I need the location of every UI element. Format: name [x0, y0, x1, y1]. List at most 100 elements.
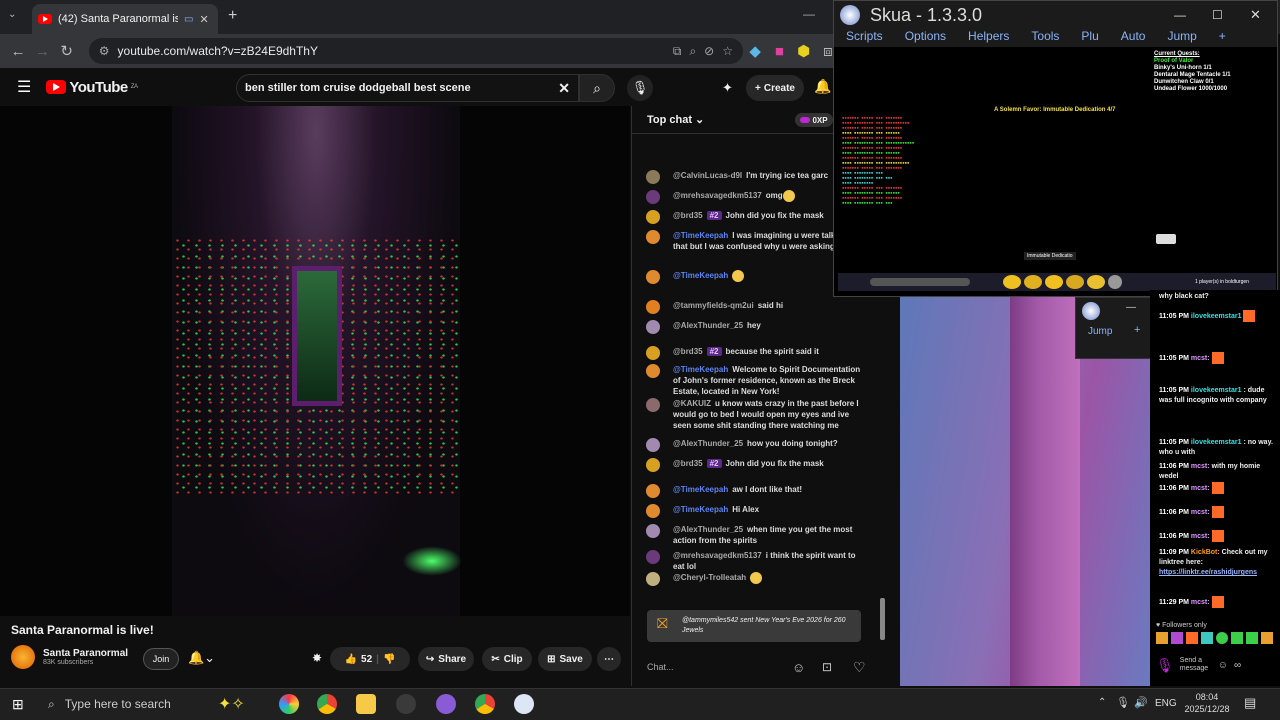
clip-button[interactable]: ✂ Clip [482, 647, 532, 671]
chat-author[interactable]: @CalvinLucas-d9l [673, 171, 742, 180]
skill-icon[interactable] [1066, 275, 1084, 289]
chat-avatar[interactable] [646, 210, 660, 224]
chat-author[interactable]: @tammyfields-qm2ui [673, 301, 754, 310]
zoom-icon[interactable]: ⌕ [689, 44, 696, 59]
skua-menu-item[interactable]: Options [905, 29, 946, 47]
message-link[interactable]: https://linktr.ee/rashidjurgens [1159, 569, 1257, 576]
reload-icon[interactable]: ↻ [55, 42, 79, 60]
skua-menu-item[interactable]: Jump [1167, 29, 1196, 47]
app-icon[interactable] [436, 694, 456, 714]
minimize-icon[interactable]: — [1174, 8, 1186, 22]
share-button[interactable]: ↪ Share [418, 647, 474, 671]
chat-avatar[interactable] [646, 504, 660, 518]
file-explorer-icon[interactable] [356, 694, 376, 714]
emoji-icon[interactable]: ☺ [1218, 660, 1228, 671]
install-icon[interactable]: ⧉ [673, 44, 682, 59]
chat-author[interactable]: @TimeKeepah [673, 505, 728, 514]
chrome-icon[interactable] [317, 694, 337, 714]
channel-avatar[interactable] [11, 645, 35, 669]
tray-mic-icon[interactable]: 🎙 [1116, 696, 1130, 709]
emote-icon[interactable] [1246, 632, 1258, 644]
voice-search-button[interactable]: 🎙 [627, 75, 653, 101]
video-player[interactable] [0, 106, 630, 616]
heart-icon[interactable]: ♡ [853, 659, 866, 676]
chat-input-bar[interactable] [870, 278, 970, 286]
maximize-icon[interactable]: ☐ [1212, 8, 1223, 22]
plus-icon[interactable]: + [1134, 324, 1140, 336]
forward-icon[interactable]: → [30, 43, 54, 60]
chat-avatar[interactable] [646, 300, 660, 314]
chat-avatar[interactable] [646, 398, 660, 412]
chat-author[interactable]: @mrehsavagedkm5137 [673, 551, 762, 560]
new-tab-button[interactable]: + [228, 7, 237, 25]
chat-input[interactable]: Chat... [647, 657, 812, 677]
bookmark-star-icon[interactable]: ☆ [722, 44, 733, 58]
tracking-icon[interactable]: ⊘ [704, 44, 714, 58]
hamburger-menu-icon[interactable]: ☰ [17, 77, 31, 97]
search-input[interactable]: ben stiller tom cruise dodgeball best sc… [236, 74, 579, 102]
youtube-logo[interactable]: YouTube ZA [46, 79, 138, 96]
clear-search-icon[interactable]: ✕ [558, 80, 570, 97]
chat-author[interactable]: @Cheryl-Trolleatah [673, 573, 746, 582]
tab-search-icon[interactable]: ⌄ [8, 9, 24, 25]
subscribed-bell-icon[interactable]: 🔔⌄ [188, 650, 215, 666]
emoji-icon[interactable]: ☺ [792, 660, 805, 675]
skua-menu-item[interactable]: Plu [1081, 29, 1098, 47]
extension-icon[interactable]: ⬢ [792, 42, 816, 60]
skua-menu-item[interactable]: Helpers [968, 29, 1009, 47]
chat-avatar[interactable] [646, 438, 660, 452]
super-chat-icon[interactable]: ⊡ [822, 660, 832, 674]
hype-icon[interactable]: ✸ [312, 651, 322, 665]
chat-author[interactable]: @TimeKeepah [673, 365, 728, 374]
emote-icon[interactable] [1171, 632, 1183, 644]
more-actions-button[interactable]: ⋯ [597, 647, 621, 671]
emote-icon[interactable] [1261, 632, 1273, 644]
chat-author[interactable]: @brd35 [673, 211, 703, 220]
chat-avatar[interactable] [646, 458, 660, 472]
chat-avatar[interactable] [646, 270, 660, 284]
game-viewport[interactable]: Current Quests: Proof of Valor Binky's U… [834, 47, 1277, 273]
extension-icon[interactable]: ■ [767, 43, 791, 60]
join-button[interactable]: Join [143, 648, 179, 670]
notifications-bell-icon[interactable]: 🔔 [814, 78, 831, 95]
chat-avatar[interactable] [646, 346, 660, 360]
chat-author[interactable]: @AlexThunder_25 [673, 321, 743, 330]
chat-avatar[interactable] [646, 524, 660, 538]
message-author[interactable]: KickBot: [1191, 549, 1220, 556]
channel-name[interactable]: Santa Paranormal [43, 648, 128, 659]
chat-scrollbar[interactable] [880, 598, 885, 640]
extension-icon[interactable]: ◆ [743, 42, 767, 60]
chat-avatar[interactable] [646, 320, 660, 334]
site-info-icon[interactable]: ⚙ [99, 44, 110, 58]
emote-icon[interactable] [1231, 632, 1243, 644]
message-author[interactable]: mcst: [1191, 355, 1210, 362]
message-author[interactable]: ilovekeemstar1 [1191, 387, 1242, 394]
skua-menu-item[interactable]: Auto [1121, 29, 1146, 47]
skill-icon[interactable] [1024, 275, 1042, 289]
message-author[interactable]: mcst: [1191, 599, 1210, 606]
jump-menu[interactable]: Jump [1088, 326, 1112, 337]
infinity-icon[interactable]: ∞ [1234, 660, 1241, 671]
skua-menu-item[interactable]: Tools [1031, 29, 1059, 47]
windows-start-icon[interactable]: ⊞ [12, 696, 24, 713]
microphone-icon[interactable]: 🎙 [1156, 657, 1174, 674]
emote-icon[interactable] [1216, 632, 1228, 644]
chat-avatar[interactable] [646, 170, 660, 184]
chat-avatar[interactable] [646, 190, 660, 204]
address-bar[interactable]: ⚙ youtube.com/watch?v=zB24E9dhThY ⧉ ⌕ ⊘ … [88, 38, 743, 64]
notification-center-icon[interactable]: ▤ [1244, 695, 1256, 711]
create-button[interactable]: + Create [746, 75, 804, 101]
like-icon[interactable]: 👍 [345, 654, 357, 665]
photos-app-icon[interactable] [279, 694, 299, 714]
skill-icon[interactable] [1087, 275, 1105, 289]
chat-author[interactable]: @AlexThunder_25 [673, 439, 743, 448]
skua-menu-item[interactable]: + [1219, 29, 1226, 47]
chat-avatar[interactable] [646, 484, 660, 498]
chat-author[interactable]: @TimeKeepah [673, 231, 728, 240]
chat-avatar[interactable] [646, 550, 660, 564]
close-tab-icon[interactable]: ✕ [199, 13, 208, 26]
message-author[interactable]: ilovekeemstar1 [1191, 439, 1242, 446]
chat-author[interactable]: @KAKUIZ [673, 399, 711, 408]
message-author[interactable]: mcst: [1191, 463, 1210, 470]
taskbar-search[interactable]: ⌕ Type here to search [40, 691, 202, 717]
